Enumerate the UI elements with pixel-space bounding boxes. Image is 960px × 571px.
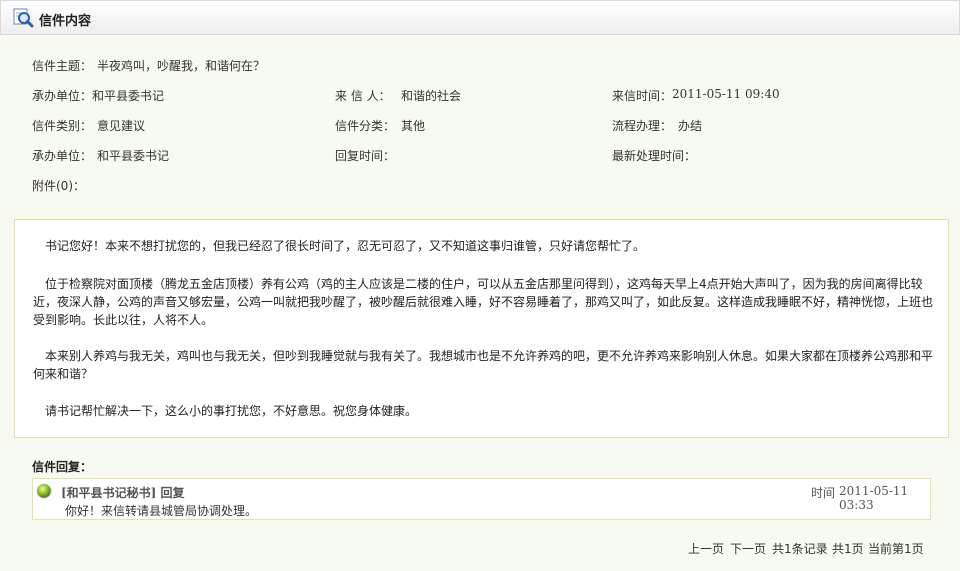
total-pages: 共1页 xyxy=(832,542,864,556)
status-dot-icon xyxy=(36,483,52,499)
sender-value: 和谐的社会 xyxy=(401,89,462,103)
body-paragraph: 书记您好！本来不想打扰您的，但我已经忍了很长时间了，忍无可忍了，又不知道这事归谁… xyxy=(33,239,646,253)
unit2-value: 和平县委书记 xyxy=(97,149,170,163)
letter-body: 书记您好！本来不想打扰您的，但我已经忍了很长时间了，忍无可忍了，又不知道这事归谁… xyxy=(14,219,949,438)
body-paragraph: 请书记帮忙解决一下，这么小的事打扰您，不好意思。祝您身体健康。 xyxy=(33,404,418,418)
attachments-label: 附件(0)： xyxy=(32,179,85,193)
prev-page-link[interactable]: 上一页 xyxy=(688,540,724,557)
received-time-value: 2011-05-11 09:40 xyxy=(672,87,780,101)
page-title: 信件内容 xyxy=(39,14,92,29)
total-records: 共1条记录 xyxy=(772,542,828,556)
sender-label: 来 信 人： xyxy=(335,89,391,103)
subject-value: 半夜鸡叫，吵醒我，和谐何在？ xyxy=(97,59,266,73)
unit2-label: 承办单位： xyxy=(32,149,93,163)
reply-item: [和平县书记秘书] 回复 时间 2011-05-11 03:33 你好！来信转请… xyxy=(32,478,931,520)
unit-label: 承办单位： xyxy=(32,89,93,103)
unit-value: 和平县委书记 xyxy=(92,89,165,103)
process-label: 流程办理： xyxy=(612,119,673,133)
latest-time-label: 最新处理时间： xyxy=(612,149,697,163)
process-value: 办结 xyxy=(678,119,703,133)
class-value: 其他 xyxy=(401,119,426,133)
page-header: 信件内容 xyxy=(0,0,960,35)
search-magnifier-icon xyxy=(13,8,34,28)
current-page: 当前第1页 xyxy=(868,542,924,556)
reply-heading: 信件回复： xyxy=(32,460,93,474)
reply-author: [和平县书记秘书] 回复 xyxy=(61,486,185,500)
received-time-label: 来信时间： xyxy=(612,89,673,103)
reply-text: 你好！来信转请县城管局协调处理。 xyxy=(65,504,258,518)
class-label: 信件分类： xyxy=(335,119,396,133)
category-label: 信件类别： xyxy=(32,119,93,133)
subject-label: 信件主题： xyxy=(32,59,93,73)
reply-time-value: 2011-05-11 03:33 xyxy=(839,484,909,512)
next-page-link[interactable]: 下一页 xyxy=(730,540,766,557)
category-value: 意见建议 xyxy=(97,119,146,133)
reply-time-label: 时间 xyxy=(811,486,836,500)
reply-time-label: 回复时间： xyxy=(335,149,396,163)
body-paragraph: 本来别人养鸡与我无关，鸡叫也与我无关，但吵到我睡觉就与我有关了。我想城市也是不允… xyxy=(33,349,934,381)
body-paragraph: 位于检察院对面顶楼（腾龙五金店顶楼）养有公鸡（鸡的主人应该是二楼的住户，可以从五… xyxy=(33,277,934,327)
